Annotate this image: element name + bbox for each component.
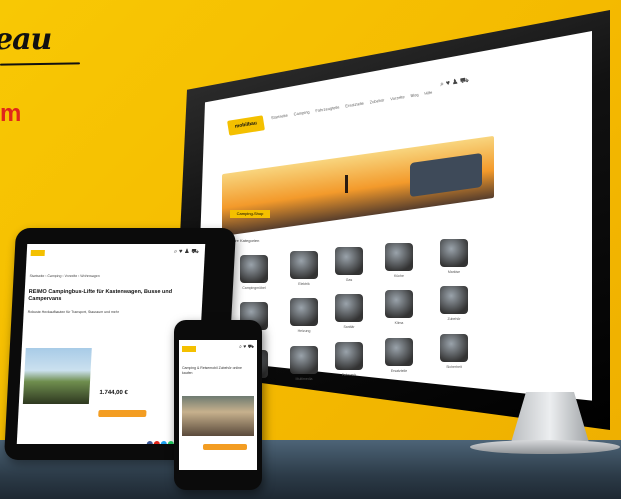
tablet-product-subtitle: Robuste Heckaufbauten für Transport, Sta…	[27, 310, 120, 314]
share-icon[interactable]	[160, 441, 167, 444]
category-label[interactable]: Sanitär	[329, 325, 369, 329]
category-label[interactable]: Campingmöbel	[234, 286, 274, 290]
tablet-add-to-cart-button[interactable]	[98, 410, 147, 417]
category-tile[interactable]	[385, 243, 413, 271]
headline-script-text: eau	[0, 22, 52, 57]
tablet-site-logo[interactable]	[30, 250, 45, 256]
phone-header-icons[interactable]: ⌕ ♥ ⛟	[239, 344, 254, 351]
hero-label[interactable]: Camping-Shop	[230, 210, 270, 218]
category-tile[interactable]	[335, 247, 363, 275]
category-label[interactable]: Ersatzteile	[379, 369, 419, 373]
phone-intro-text: Camping & Reisemobil Zubehör online kauf…	[182, 366, 242, 375]
category-tile[interactable]	[385, 290, 413, 318]
tablet-share-icons	[146, 434, 175, 444]
category-tile[interactable]	[335, 342, 363, 370]
category-label[interactable]: Küche	[379, 274, 419, 278]
category-label[interactable]: Gas	[329, 278, 369, 282]
tablet-product-price: 1.744,00 €	[99, 390, 128, 396]
share-icon[interactable]	[146, 441, 153, 444]
tablet-breadcrumb[interactable]: Startseite › Camping › Vorzelte › Wohnwa…	[29, 274, 99, 278]
tablet-header-icons[interactable]: ⌕ ♥ ♟ ⛟	[174, 248, 199, 256]
share-icon[interactable]	[153, 441, 160, 444]
category-label[interactable]: Elektrik	[284, 282, 324, 286]
category-label[interactable]: Sicherheit	[434, 365, 474, 369]
category-tile[interactable]	[335, 294, 363, 322]
category-tile[interactable]	[385, 338, 413, 366]
category-tile[interactable]	[440, 334, 468, 362]
phone-photo	[182, 396, 254, 436]
category-label[interactable]: Fahrwerk	[329, 373, 369, 377]
phone-screen: ⌕ ♥ ⛟ Camping & Reisemobil Zubehör onlin…	[179, 340, 257, 470]
category-tile[interactable]	[290, 346, 318, 374]
phone-cta-button[interactable]	[203, 444, 247, 450]
monitor-foot	[470, 440, 620, 454]
category-tile[interactable]	[240, 255, 268, 283]
phone-site-logo[interactable]	[182, 346, 196, 352]
category-label[interactable]: Markise	[434, 270, 474, 274]
category-label[interactable]: Klima	[379, 321, 419, 325]
category-label[interactable]: Zubehör	[434, 317, 474, 321]
category-tile[interactable]	[290, 298, 318, 326]
category-label[interactable]: Multimedia	[284, 377, 324, 381]
category-tile[interactable]	[290, 251, 318, 279]
category-tile[interactable]	[440, 239, 468, 267]
category-tile[interactable]	[440, 286, 468, 314]
headline-red-text: m	[0, 100, 22, 127]
category-label[interactable]: Heizung	[284, 329, 324, 333]
tablet-product-photo[interactable]	[22, 348, 92, 404]
hero-person-silhouette	[345, 175, 348, 193]
tablet-product-title: REIMO Campingbus-Lifte für Kastenwagen, …	[28, 289, 173, 302]
share-icon[interactable]	[167, 441, 174, 444]
